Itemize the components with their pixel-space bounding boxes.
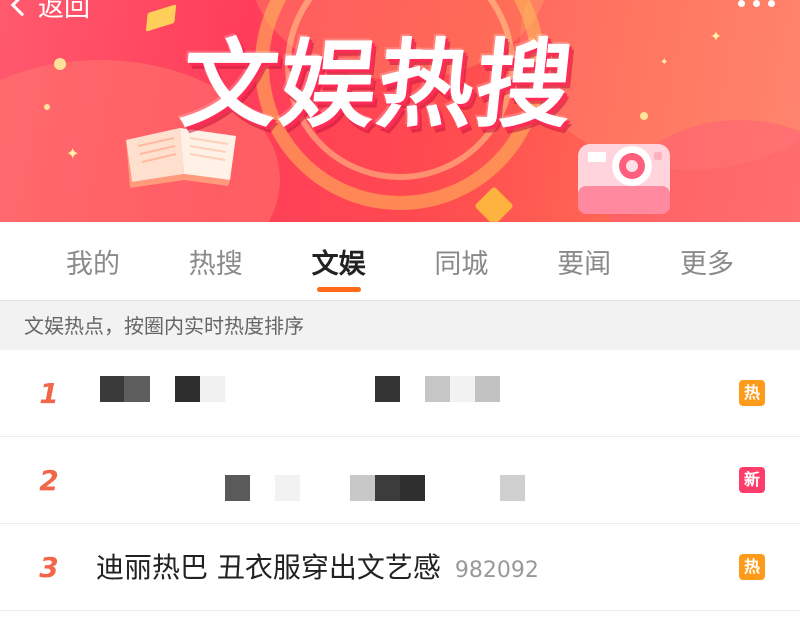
ribbon-decoration xyxy=(145,4,177,32)
tab-entertainment[interactable]: 文娱 xyxy=(279,222,399,300)
tab-mine[interactable]: 我的 xyxy=(33,222,153,300)
tab-label: 同城 xyxy=(434,248,489,280)
redacted-title xyxy=(225,475,575,501)
tab-local[interactable]: 同城 xyxy=(401,222,521,300)
active-tab-indicator xyxy=(316,287,361,292)
rank-number: 1 xyxy=(39,377,59,410)
back-button[interactable]: 返回 xyxy=(10,0,91,23)
instant-camera-icon xyxy=(578,144,670,214)
list-item-title: 迪丽热巴 丑衣服穿出文艺感 982092 xyxy=(96,524,539,611)
new-badge: 新 xyxy=(739,467,765,493)
redacted-title xyxy=(100,376,500,402)
more-dot xyxy=(753,0,760,7)
list-item-text: 迪丽热巴 丑衣服穿出文艺感 xyxy=(96,551,441,584)
back-label: 返回 xyxy=(38,0,91,23)
hot-badge: 热 xyxy=(739,380,765,406)
page-title: 文娱热搜 xyxy=(176,29,580,141)
list-item[interactable]: 1 热 xyxy=(0,350,800,437)
more-dots-icon xyxy=(738,0,745,7)
tab-label: 热搜 xyxy=(188,248,243,280)
tab-label: 更多 xyxy=(679,248,734,280)
sparkle-icon: ✦ xyxy=(66,144,80,163)
tab-label: 要闻 xyxy=(557,248,612,280)
hot-badge: 热 xyxy=(739,554,765,580)
category-tabs: 我的 热搜 文娱 同城 要闻 更多 xyxy=(0,222,800,300)
more-dot xyxy=(768,0,775,7)
dot-decoration xyxy=(640,112,648,120)
rank-number: 3 xyxy=(39,551,59,584)
chevron-left-icon xyxy=(10,0,34,17)
tab-more[interactable]: 更多 xyxy=(647,222,767,300)
heat-count: 982092 xyxy=(454,558,539,583)
dot-decoration xyxy=(54,58,66,70)
section-hint: 文娱热点，按圈内实时热度排序 xyxy=(0,300,800,350)
sparkle-icon: ✦ xyxy=(710,29,722,45)
rank-number: 2 xyxy=(39,464,59,497)
more-button[interactable] xyxy=(738,0,775,7)
dot-decoration xyxy=(44,104,50,110)
ribbon-decoration xyxy=(474,186,514,222)
tab-news[interactable]: 要闻 xyxy=(524,222,644,300)
list-item[interactable]: 3 迪丽热巴 丑衣服穿出文艺感 982092 热 xyxy=(0,524,800,611)
hot-search-list: 1 热 2 新 3 迪丽热巴 丑衣服穿出文艺感 982092 热 xyxy=(0,350,800,611)
banner: ✦ ✦ ✦ 返回 文娱热搜 xyxy=(0,0,800,222)
tab-label: 我的 xyxy=(66,248,120,280)
tab-hot-search[interactable]: 热搜 xyxy=(156,222,276,300)
list-item[interactable]: 2 新 xyxy=(0,437,800,524)
sparkle-icon: ✦ xyxy=(660,57,669,68)
tab-label: 文娱 xyxy=(311,248,366,280)
